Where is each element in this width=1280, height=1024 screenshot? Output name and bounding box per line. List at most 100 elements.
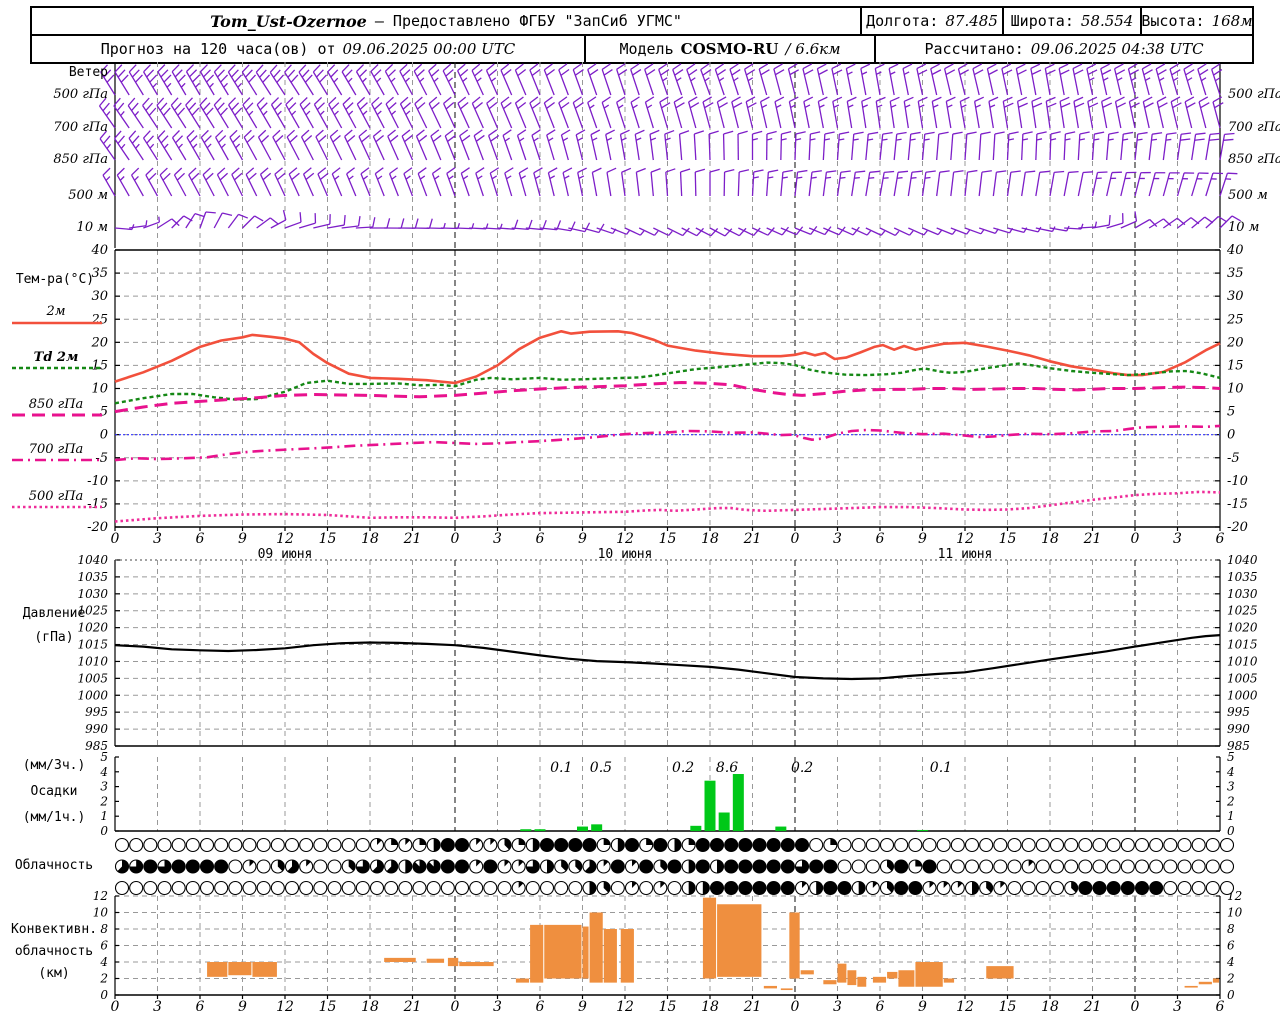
wind-barb-feather — [700, 63, 710, 71]
wind-barb-feather — [1194, 138, 1205, 141]
cloud-okta-symbol — [454, 837, 470, 853]
cloud-okta-symbol — [1149, 880, 1164, 896]
wind-barb-feather — [789, 96, 799, 103]
wind-barb-feather — [1072, 63, 1083, 70]
wind-barb-feather — [274, 167, 283, 175]
wind-barb-half-feather — [961, 104, 967, 108]
hour-label-bottom: 0 — [1131, 999, 1140, 1015]
wind-barb-feather — [356, 96, 366, 105]
cloud-okta-fill — [702, 881, 710, 895]
wind-barb-feather — [432, 134, 442, 143]
wind-barb-half-feather — [1215, 77, 1221, 82]
wind-barb-half-feather — [861, 71, 868, 75]
wind-barb-feather — [731, 69, 741, 76]
wind-barb-feather — [587, 63, 597, 71]
wind-barb-stem — [1120, 172, 1128, 197]
wind-barb-feather — [811, 170, 822, 173]
wind-barb-stem — [270, 104, 286, 129]
wind-barb-stem — [1049, 133, 1052, 161]
wind-barb-feather — [826, 170, 837, 173]
wind-barb-stem — [285, 104, 300, 129]
cloud-okta-symbol — [454, 880, 470, 896]
precip-bar — [690, 825, 702, 831]
wind-barb-stem — [342, 103, 357, 129]
wind-barb-half-feather — [319, 110, 325, 116]
wind-barb-half-feather — [376, 110, 382, 116]
wind-barb-feather — [966, 131, 977, 135]
cloud-okta-fill — [816, 881, 823, 895]
wind-barb-stem — [851, 134, 855, 161]
wind-barb-feather — [428, 218, 433, 229]
wind-barb-feather — [332, 134, 341, 143]
cloud-okta-symbol — [894, 880, 909, 896]
wind-barb-feather — [717, 96, 727, 103]
wind-barb-feather — [517, 68, 527, 77]
wind-barb-stem — [694, 171, 697, 197]
cloud-okta-symbol — [1007, 859, 1022, 874]
wind-barb-feather — [517, 101, 527, 110]
wind-barb-feather — [896, 131, 907, 135]
wind-barb-feather — [1213, 69, 1223, 76]
wind-barb-feather — [159, 167, 168, 176]
pressure-ytick-right: 1020 — [1227, 621, 1258, 635]
wind-barb-feather — [291, 172, 300, 181]
wind-barb-stem — [907, 134, 912, 161]
wind-barb-feather — [766, 130, 777, 135]
wind-barb-stem — [693, 134, 697, 161]
wind-barb-half-feather — [135, 143, 140, 149]
wind-barb-stem — [1205, 216, 1219, 229]
wind-barb-feather — [216, 102, 225, 111]
wind-barb-feather — [231, 69, 239, 78]
wind-barb-feather — [824, 131, 835, 135]
wind-barb-feather — [601, 96, 611, 103]
wind-barb-feather — [387, 69, 396, 78]
hour-label-mid: 15 — [319, 531, 337, 547]
wind-barb-feather — [760, 69, 770, 76]
cloud-okta-symbol — [1035, 859, 1050, 874]
temp-ytick-right: -10 — [1227, 474, 1248, 489]
wind-barb-feather — [797, 169, 808, 173]
wind-barb-feather — [1144, 102, 1154, 109]
wind-barb-feather — [143, 130, 151, 139]
conv-panel-title-1: Конвективн. — [10, 922, 98, 937]
wind-barb-feather — [402, 102, 412, 110]
wind-barb-feather — [502, 129, 512, 137]
cloud-okta-symbol — [851, 837, 866, 853]
wind-barb-feather — [345, 102, 354, 110]
temp-ytick-right: 5 — [1227, 405, 1235, 420]
wind-barb-feather — [302, 102, 311, 111]
wind-barb-stem — [272, 136, 286, 161]
wind-barb-half-feather — [632, 104, 638, 109]
wind-barb-feather — [618, 69, 628, 76]
wind-barb-stem — [327, 71, 343, 96]
wind-barb-feather — [616, 96, 626, 103]
wind-barb-feather — [175, 135, 184, 144]
cloud-okta-symbol — [724, 880, 739, 896]
cloud-okta-symbol — [568, 837, 583, 853]
cloud-okta-symbol — [497, 880, 512, 896]
wind-barb-feather — [636, 167, 646, 173]
temp-ytick-left: 20 — [90, 335, 108, 350]
wind-barb-feather — [1195, 132, 1206, 135]
pressure-ytick-right: 1000 — [1227, 688, 1258, 702]
wind-barb-stem — [399, 103, 414, 129]
hour-label-mid: 6 — [876, 531, 885, 547]
wind-barb-feather — [760, 96, 770, 103]
wind-barb-feather — [313, 96, 323, 105]
precip-value-label: 0.2 — [791, 760, 813, 776]
precip-value-label: 8.6 — [716, 760, 738, 776]
wind-barb-stem — [1021, 172, 1026, 197]
cloud-okta-symbol — [129, 880, 144, 896]
wind-barb-feather — [708, 130, 719, 135]
wind-barb-feather — [260, 167, 269, 175]
wind-barb-feather — [205, 211, 216, 214]
wind-barb-feather — [444, 129, 454, 137]
wind-barb-feather — [102, 167, 111, 176]
wind-barb-feather — [299, 97, 308, 105]
conv-panel-units: (км) — [38, 966, 70, 981]
wind-barb-feather — [1186, 102, 1196, 109]
wind-barb-feather — [460, 102, 469, 110]
wind-barb-feather — [846, 63, 856, 70]
wind-barb-feather — [1155, 63, 1166, 70]
wind-barb-stem — [215, 137, 229, 161]
